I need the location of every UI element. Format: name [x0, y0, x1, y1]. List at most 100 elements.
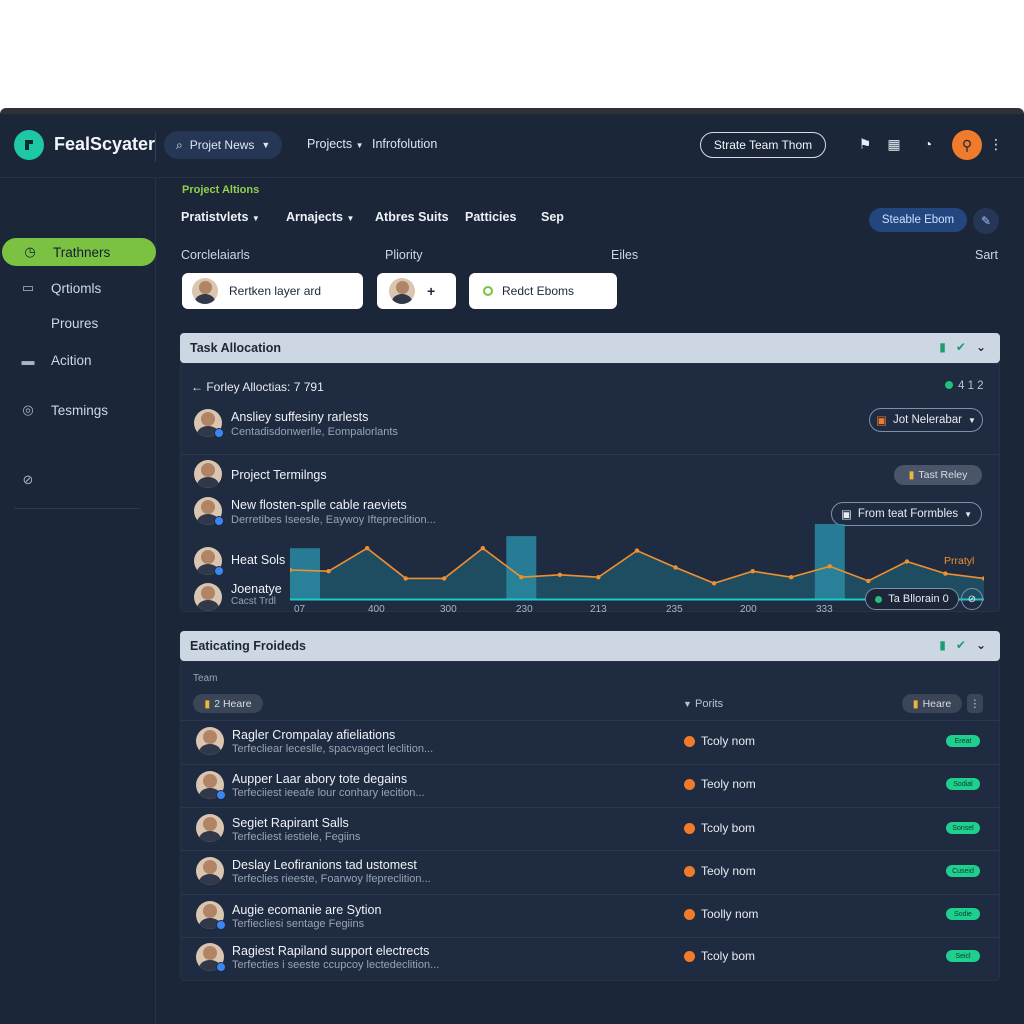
status-badge: Seicl [946, 950, 980, 962]
edit-icon[interactable]: ✎ [973, 208, 999, 234]
task-title[interactable]: Heat Sols [231, 553, 285, 567]
avatar [194, 547, 224, 576]
status: Tcoly bom [684, 949, 755, 963]
info-link[interactable]: Infrofolution [372, 137, 437, 151]
pill-label: Tast Reley [918, 469, 968, 481]
chart-x-tick: 200 [740, 604, 757, 614]
estimate-title[interactable]: Ragler Crompalay afieliations [232, 728, 395, 742]
estimate-title[interactable]: Aupper Laar abory tote degains [232, 772, 407, 786]
divider [180, 720, 1000, 721]
chip-label: Redct Eboms [502, 284, 575, 298]
task-title[interactable]: Ansliey suffesiny rarlests [231, 410, 368, 424]
tab-atbres-suits[interactable]: Atbres Suits [375, 210, 449, 224]
status-dot-icon [684, 778, 695, 790]
status-label: Teoly nom [701, 777, 756, 791]
sidebar-item-proures[interactable]: Proures [0, 309, 156, 337]
estimate-title[interactable]: Augie ecomanie are Sytion [232, 903, 381, 917]
status-dot-icon [684, 950, 695, 962]
chart-point-5 [480, 546, 485, 551]
ports-column[interactable]: ▼ Porits [683, 698, 723, 710]
jot-button[interactable]: ▣ Jot Nelerabar ▼ [869, 408, 983, 432]
user-avatar[interactable]: ⚲ [952, 130, 982, 160]
search-icon: ⌕ [176, 137, 183, 152]
status-label: Toolly nom [701, 907, 759, 921]
sidebar-item-tesmings[interactable]: ◎ Tesmings [0, 396, 156, 424]
sidebar-item-qrtiomls[interactable]: ▭ Qrtiomls [0, 274, 156, 302]
avatar [196, 727, 224, 755]
add-icon: + [427, 283, 436, 299]
help-icon: ◎ [22, 402, 34, 417]
tab-arnajects[interactable]: Arnajects ▼ [286, 210, 354, 224]
sidebar-item-label: Proures [51, 315, 99, 331]
status-badge: Ereat [946, 735, 980, 747]
logo-icon[interactable] [14, 130, 44, 160]
flag-icon[interactable]: ⚑ [855, 134, 875, 154]
column-label: Pliority [385, 248, 423, 262]
notification-icon[interactable]: ◔ [918, 134, 938, 154]
bolt-icon: ▮ [912, 697, 919, 710]
back-link[interactable]: ← Forley Alloctias: 7 791 [191, 380, 324, 394]
task-title[interactable]: New flosten-splle cable raeviets [231, 498, 407, 512]
document-icon: ▣ [840, 509, 852, 521]
allocate-button[interactable]: Ta Bllorain 0 [865, 588, 959, 610]
team-button[interactable]: Strate Team Thom [700, 132, 826, 158]
avatar [196, 771, 226, 800]
estimate-title[interactable]: Deslay Leofiranions tad ustomest [232, 858, 417, 872]
more-icon[interactable]: ⋮ [986, 134, 1006, 154]
sidebar-item-trathners[interactable]: ◷ Trathners [2, 238, 156, 266]
filter-pill[interactable]: ▮ 2 Heare [193, 694, 263, 713]
status-label: Tcoly bom [701, 949, 756, 963]
status-label: Tcoly bom [701, 821, 756, 835]
sort-pill[interactable]: ▮ Heare [902, 694, 962, 713]
task-title[interactable]: Joenatye [231, 582, 282, 596]
sidebar-item-acition[interactable]: ▬ Acition [0, 346, 156, 374]
check-icon[interactable]: ✔ [956, 340, 966, 354]
status-badge: Sonsel [946, 822, 980, 834]
chip-redct-eboms[interactable]: Redct Eboms [469, 273, 617, 309]
sidebar-item-label: Tesmings [51, 402, 109, 418]
sidebar-settings[interactable]: ⊘ [0, 466, 156, 494]
chevron-down-icon[interactable]: ⌄ [976, 340, 986, 354]
button-label: Jot Nelerabar [892, 414, 962, 426]
grid-icon[interactable]: ▮ [939, 340, 946, 354]
button-label: Ta Bllorain 0 [888, 593, 949, 605]
chart-point-9 [634, 548, 640, 553]
avatar [389, 278, 415, 304]
divider [155, 132, 156, 162]
tab-pratistvlets[interactable]: Pratistvlets ▼ [181, 210, 260, 224]
avatar [194, 460, 222, 488]
estimate-title[interactable]: Ragiest Rapiland support electrects [232, 944, 429, 958]
project-selector[interactable]: ⌕ Projet News ▼ [164, 131, 283, 159]
chart-bar-2 [814, 524, 845, 599]
estimate-subtitle: Terfecliest iestiele, Fegiins [232, 831, 361, 843]
format-button[interactable]: ▣ From teat Formbles ▼ [831, 502, 982, 526]
chart-point-11 [711, 581, 717, 586]
projects-menu-label: Projects [307, 137, 353, 151]
estimate-title[interactable]: Segiet Rapirant Salls [232, 816, 349, 830]
check-icon[interactable]: ✔ [956, 638, 966, 652]
info-icon[interactable]: ⊘ [961, 588, 983, 610]
divider [180, 850, 1000, 851]
counter: 4 1 2 [945, 380, 984, 392]
tab-patticies[interactable]: Patticies [465, 210, 516, 224]
sub-header: Forley Alloctias: 7 791 [206, 380, 324, 394]
tab-sep[interactable]: Sep [541, 210, 564, 224]
stable-button[interactable]: Steable Ebom [869, 208, 967, 232]
status-pill[interactable]: ▮ Tast Reley [894, 465, 982, 485]
projects-menu[interactable]: Projects ▼ [307, 137, 364, 151]
pill-label: 2 Heare [214, 697, 252, 710]
chip-assignee[interactable]: Rertken layer ard [182, 273, 363, 309]
grid-icon[interactable]: ▮ [939, 638, 946, 652]
avatar [196, 901, 226, 930]
avatar [196, 943, 226, 972]
estimating-panel-header[interactable]: Eaticating Froideds ▮ ✔ ⌄ [180, 631, 1000, 661]
task-panel-header[interactable]: Task Allocation ▮ ✔ ⌄ [180, 333, 1000, 363]
task-title[interactable]: Project Termilngs [231, 468, 327, 482]
options-icon[interactable]: ⋮ [967, 694, 983, 713]
avatar [192, 278, 218, 304]
gift-icon[interactable]: ▦ [884, 134, 904, 154]
chip-add-member[interactable]: + [377, 273, 456, 309]
tab-label: Arnajects [286, 210, 343, 224]
chevron-down-icon[interactable]: ⌄ [976, 638, 986, 652]
tag-icon: ▣ [876, 415, 887, 427]
